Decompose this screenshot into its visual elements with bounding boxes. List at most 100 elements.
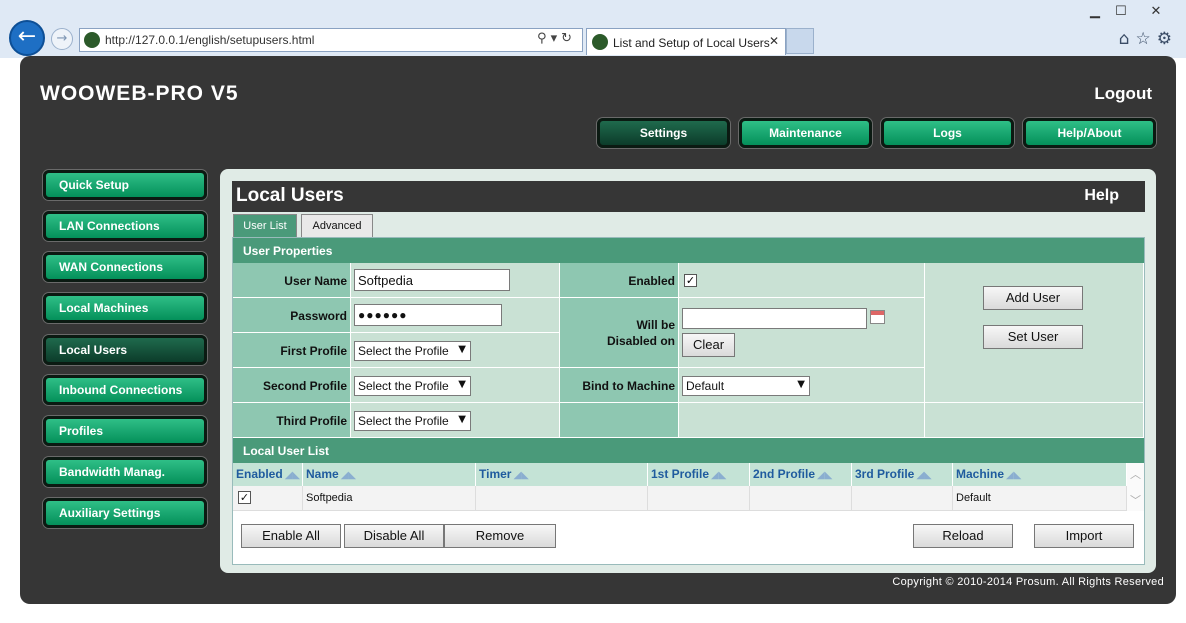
refresh-icon[interactable]: ↻ bbox=[561, 31, 576, 46]
new-tab-button[interactable] bbox=[786, 28, 814, 54]
page-title: Local Users bbox=[236, 185, 344, 206]
row-timer bbox=[476, 486, 648, 511]
table-scrollbar[interactable]: ︿ ﹀ bbox=[1127, 463, 1144, 511]
value-cell: Clear bbox=[679, 298, 925, 368]
password-input[interactable]: ●●●●●● bbox=[354, 304, 502, 326]
disabled-on-date-input[interactable] bbox=[682, 308, 867, 329]
disabled-on-label: Will be Disabled on bbox=[607, 318, 675, 348]
chevron-down-icon: ▼ bbox=[458, 414, 466, 425]
star-icon[interactable]: ☆ bbox=[1136, 29, 1157, 49]
label-cell: Password bbox=[233, 298, 351, 333]
browser-chrome: ▁ ☐ ✕ ← → http://127.0.0.1/english/setup… bbox=[0, 0, 1186, 58]
row-machine: Default bbox=[953, 486, 1127, 511]
sidebar-item-lan-connections[interactable]: LAN Connections bbox=[43, 211, 207, 241]
maximize-icon[interactable]: ☐ bbox=[1108, 2, 1134, 20]
second-profile-select[interactable]: Select the Profile ▼ bbox=[354, 376, 471, 396]
sidebar-item-local-users[interactable]: Local Users bbox=[43, 335, 207, 365]
sort-icon: ◢◣ bbox=[284, 470, 301, 481]
col-enabled-label: Enabled bbox=[236, 467, 283, 481]
browser-tab[interactable]: List and Setup of Local Users ✕ bbox=[586, 28, 786, 55]
row-enabled-checkbox[interactable]: ✓ bbox=[238, 491, 251, 504]
enabled-label: Enabled bbox=[628, 274, 675, 288]
tab-user-list[interactable]: User List bbox=[233, 214, 297, 238]
third-profile-select[interactable]: Select the Profile ▼ bbox=[354, 411, 471, 431]
sidebar-item-inbound-connections[interactable]: Inbound Connections bbox=[43, 375, 207, 405]
sidebar-item-bandwidth[interactable]: Bandwidth Manag. bbox=[43, 457, 207, 487]
sidebar-item-quick-setup[interactable]: Quick Setup bbox=[43, 170, 207, 200]
home-icon[interactable]: ⌂ bbox=[1119, 29, 1136, 49]
bind-machine-value: Default bbox=[686, 379, 725, 393]
disable-all-button[interactable]: Disable All bbox=[344, 524, 444, 548]
sidebar-item-auxiliary-settings[interactable]: Auxiliary Settings bbox=[43, 498, 207, 528]
minimize-icon[interactable]: ▁ bbox=[1082, 2, 1108, 20]
user-name-input[interactable]: Softpedia bbox=[354, 269, 510, 291]
col-profile-2[interactable]: 2nd Profile ◢◣ bbox=[750, 463, 852, 486]
bind-machine-select[interactable]: Default ▼ bbox=[682, 376, 810, 396]
sort-icon: ◢◣ bbox=[340, 470, 357, 481]
chevron-down-icon: ▼ bbox=[797, 379, 805, 390]
nav-logs[interactable]: Logs bbox=[881, 118, 1014, 148]
gear-icon[interactable]: ⚙ bbox=[1157, 29, 1178, 49]
bind-machine-label: Bind to Machine bbox=[582, 379, 675, 393]
logout-link[interactable]: Logout bbox=[1094, 84, 1152, 104]
scroll-up-icon[interactable]: ︿ bbox=[1127, 466, 1144, 482]
col-name[interactable]: Name ◢◣ bbox=[303, 463, 476, 486]
tab-content: User Properties User Name Softpedia Enab… bbox=[232, 237, 1145, 565]
close-icon[interactable]: ✕ bbox=[1134, 2, 1178, 20]
add-user-button[interactable]: Add User bbox=[983, 286, 1083, 310]
panel-header: Local Users Help bbox=[232, 181, 1145, 212]
forward-arrow-icon[interactable]: → bbox=[51, 28, 73, 50]
col-timer-label: Timer bbox=[479, 467, 512, 481]
col-machine-label: Machine bbox=[956, 467, 1005, 481]
col-timer[interactable]: Timer ◢◣ bbox=[476, 463, 648, 486]
first-profile-select[interactable]: Select the Profile ▼ bbox=[354, 341, 471, 361]
disabled-on-label-line1: Will be bbox=[636, 318, 675, 332]
nav-help-about[interactable]: Help/About bbox=[1023, 118, 1156, 148]
second-profile-value: Select the Profile bbox=[358, 379, 449, 393]
label-cell: User Name bbox=[233, 263, 351, 298]
address-bar[interactable]: http://127.0.0.1/english/setupusers.html… bbox=[79, 28, 583, 52]
remove-button[interactable]: Remove bbox=[444, 524, 556, 548]
help-link[interactable]: Help bbox=[1084, 187, 1119, 205]
value-cell: ✓ bbox=[679, 263, 925, 298]
calendar-icon[interactable] bbox=[870, 310, 885, 324]
scroll-down-icon[interactable]: ﹀ bbox=[1127, 492, 1144, 508]
reload-button[interactable]: Reload bbox=[913, 524, 1013, 548]
sidebar-item-local-machines[interactable]: Local Machines bbox=[43, 293, 207, 323]
row-profile-3 bbox=[852, 486, 953, 511]
back-arrow-icon[interactable]: ← bbox=[9, 20, 45, 56]
col-profile-1-label: 1st Profile bbox=[651, 467, 710, 481]
nav-maintenance[interactable]: Maintenance bbox=[739, 118, 872, 148]
label-cell: First Profile bbox=[233, 333, 351, 368]
col-profile-3[interactable]: 3rd Profile ◢◣ bbox=[852, 463, 953, 486]
nav-settings[interactable]: Settings bbox=[597, 118, 730, 148]
third-profile-value: Select the Profile bbox=[358, 414, 449, 428]
user-name-label: User Name bbox=[284, 274, 347, 288]
third-profile-label: Third Profile bbox=[276, 414, 347, 428]
row-profile-2 bbox=[750, 486, 852, 511]
url-text[interactable]: http://127.0.0.1/english/setupusers.html bbox=[105, 33, 314, 47]
sort-icon: ◢◣ bbox=[817, 470, 833, 481]
value-cell bbox=[679, 403, 925, 438]
sidebar-item-wan-connections[interactable]: WAN Connections bbox=[43, 252, 207, 282]
value-cell: Default ▼ bbox=[679, 368, 925, 403]
col-profile-3-label: 3rd Profile bbox=[855, 467, 915, 481]
set-user-button[interactable]: Set User bbox=[983, 325, 1083, 349]
content-panel: Local Users Help User List Advanced User… bbox=[220, 169, 1156, 573]
col-profile-1[interactable]: 1st Profile ◢◣ bbox=[648, 463, 750, 486]
value-cell: ●●●●●● bbox=[351, 298, 560, 333]
tab-advanced[interactable]: Advanced bbox=[301, 214, 373, 238]
col-machine[interactable]: Machine ◢◣ bbox=[953, 463, 1127, 486]
tab-close-icon[interactable]: ✕ bbox=[769, 34, 779, 48]
clear-button[interactable]: Clear bbox=[682, 333, 735, 357]
enable-all-button[interactable]: Enable All bbox=[241, 524, 341, 548]
sidebar-item-profiles[interactable]: Profiles bbox=[43, 416, 207, 446]
col-enabled[interactable]: Enabled ◢◣ bbox=[233, 463, 303, 486]
import-button[interactable]: Import bbox=[1034, 524, 1134, 548]
enabled-checkbox[interactable]: ✓ bbox=[684, 274, 697, 287]
dropdown-icon[interactable]: ▾ bbox=[551, 31, 562, 46]
row-name: Softpedia bbox=[303, 486, 476, 511]
search-icon[interactable]: ⚲ bbox=[537, 31, 551, 46]
user-table: Enabled ◢◣ Name ◢◣ Timer ◢◣ 1st Profile ◢◣ 2… bbox=[233, 463, 1144, 512]
label-cell: Enabled bbox=[560, 263, 679, 298]
